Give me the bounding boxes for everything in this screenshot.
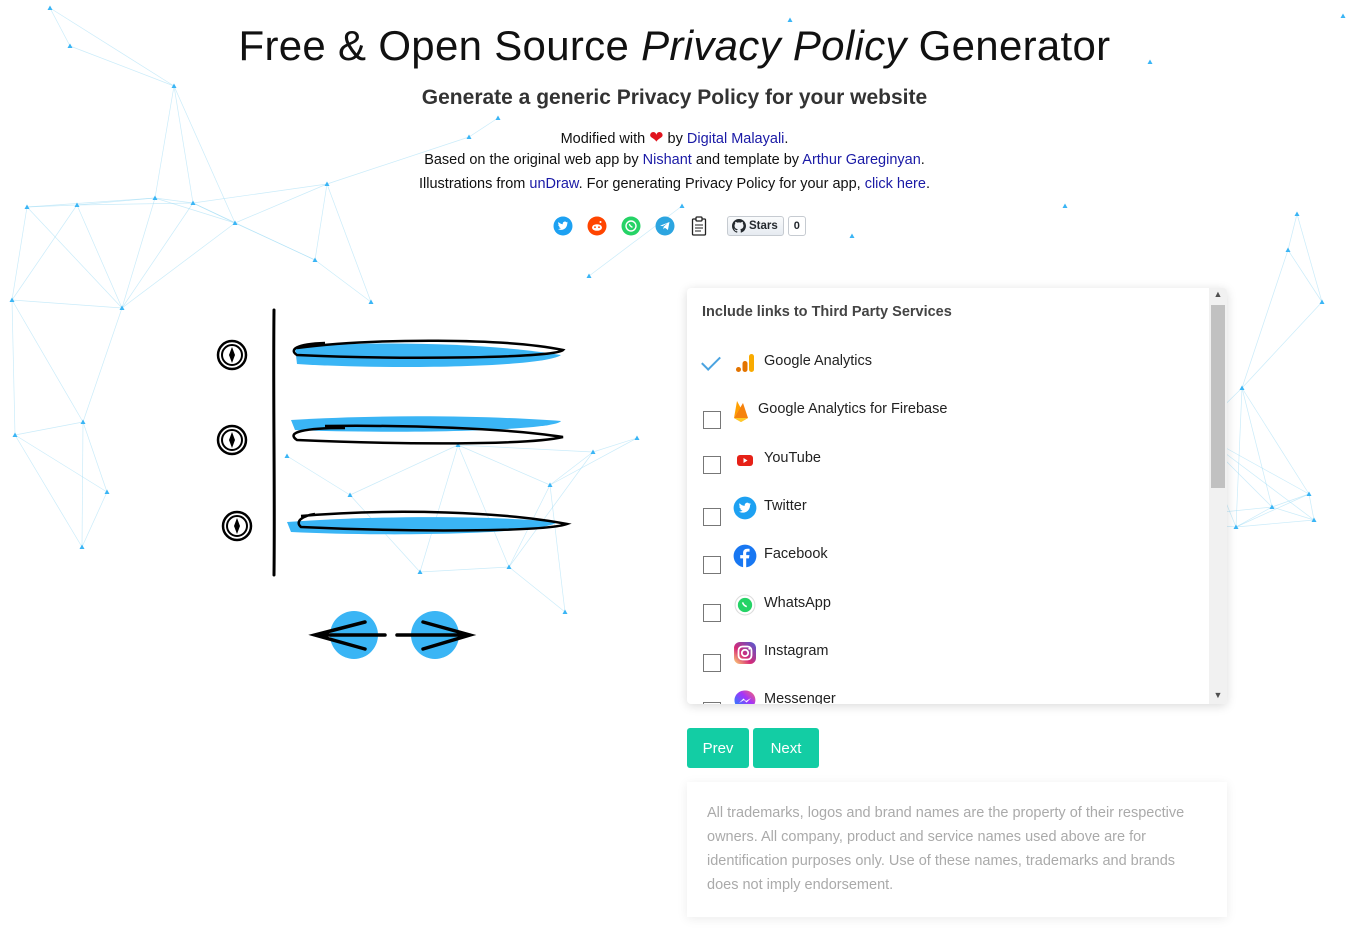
service-checkbox[interactable] — [703, 603, 721, 622]
service-item[interactable]: YouTube — [687, 436, 1207, 484]
service-item[interactable]: Facebook — [687, 532, 1207, 580]
twitter-icon[interactable] — [551, 214, 575, 238]
whatsapp-icon[interactable] — [619, 214, 643, 238]
twitter-icon — [733, 496, 757, 520]
click-here-link[interactable]: click here — [865, 176, 926, 192]
reddit-icon[interactable] — [585, 214, 609, 238]
youtube-icon — [733, 448, 757, 472]
service-checkbox[interactable] — [703, 411, 721, 430]
page-title: Free & Open Source Privacy Policy Genera… — [238, 22, 1111, 69]
attribution-line: Based on the original web app by Nishant… — [424, 152, 925, 168]
panel-scrollbar[interactable]: ▲ ▼ — [1209, 288, 1227, 704]
prev-button[interactable]: Prev — [687, 728, 749, 768]
share-bar: Stars 0 — [551, 214, 806, 238]
github-stars-widget: Stars 0 — [727, 216, 806, 236]
whatsapp-icon — [733, 593, 757, 617]
panel-heading: Include links to Third Party Services — [702, 304, 952, 320]
services-list[interactable]: Google Analytics Google Analytics for Fir… — [687, 339, 1207, 704]
facebook-icon — [733, 544, 757, 569]
page-subtitle: Generate a generic Privacy Policy for yo… — [421, 86, 928, 109]
illustration-row-1 — [216, 339, 566, 371]
service-item[interactable]: Instagram — [687, 629, 1207, 677]
nishant-link[interactable]: Nishant — [643, 152, 692, 168]
github-icon — [732, 219, 746, 233]
illustration-row-2 — [216, 416, 564, 456]
service-name: Twitter — [764, 497, 807, 514]
illustrations-line: Illustrations from unDraw. For generatin… — [419, 176, 930, 192]
google-analytics-icon — [733, 351, 757, 375]
third-party-services-panel[interactable]: Include links to Third Party Services Go… — [687, 288, 1227, 704]
service-name: Instagram — [764, 642, 829, 659]
service-checkbox[interactable] — [703, 653, 721, 672]
service-name: WhatsApp — [764, 594, 831, 611]
firebase-icon — [729, 399, 753, 423]
undraw-link[interactable]: unDraw — [529, 176, 578, 192]
scroll-up-arrow[interactable]: ▲ — [1213, 289, 1223, 299]
service-checkbox[interactable] — [703, 556, 721, 575]
service-name: Google Analytics for Firebase — [758, 401, 948, 418]
service-name: YouTube — [764, 449, 821, 466]
github-stars-button[interactable]: Stars — [727, 216, 784, 236]
service-item[interactable]: Google Analytics — [687, 339, 1207, 387]
checklist-illustration — [216, 308, 572, 659]
arthur-gareginyan-link[interactable]: Arthur Gareginyan — [802, 152, 920, 168]
service-item[interactable]: Google Analytics for Firebase — [687, 387, 1207, 435]
telegram-icon[interactable] — [653, 214, 677, 238]
service-item[interactable]: Messenger — [687, 677, 1207, 704]
heart-icon: ❤ — [649, 128, 664, 147]
github-stars-count[interactable]: 0 — [787, 216, 806, 236]
clipboard-icon[interactable] — [687, 214, 711, 238]
service-name: Google Analytics — [764, 353, 873, 369]
service-name: Messenger — [764, 691, 836, 704]
trademark-disclaimer: All trademarks, logos and brand names ar… — [687, 782, 1227, 917]
service-item[interactable]: WhatsApp — [687, 581, 1207, 629]
instagram-icon — [733, 641, 757, 665]
scroll-down-arrow[interactable]: ▼ — [1213, 690, 1223, 700]
service-checkbox[interactable] — [703, 702, 721, 704]
scrollbar-thumb[interactable] — [1211, 305, 1225, 488]
service-checkbox[interactable] — [703, 354, 721, 372]
service-checkbox[interactable] — [703, 455, 721, 474]
credits-line: Modified with ❤ by Digital Malayali. — [560, 128, 789, 147]
service-checkbox[interactable] — [703, 507, 721, 526]
service-item[interactable]: Twitter — [687, 484, 1207, 532]
service-name: Facebook — [764, 546, 828, 563]
illustration-arrows — [308, 611, 477, 659]
digital-malayali-link[interactable]: Digital Malayali — [687, 131, 785, 147]
messenger-icon — [733, 689, 757, 704]
next-button[interactable]: Next — [753, 728, 819, 768]
